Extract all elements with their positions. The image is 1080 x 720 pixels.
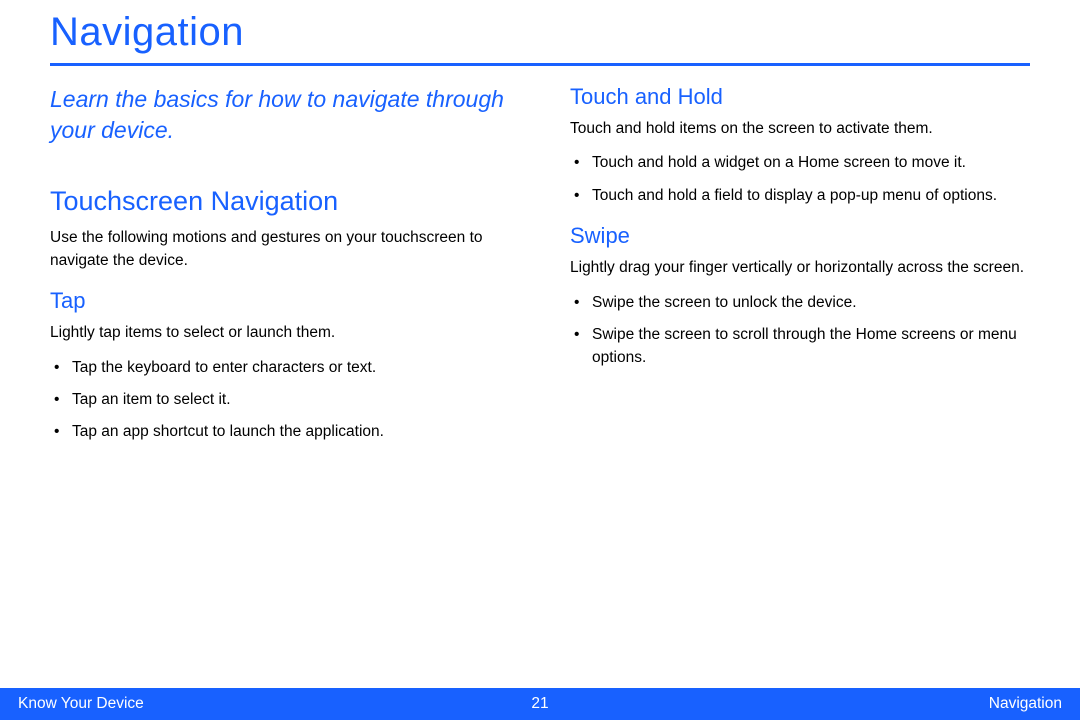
tap-intro: Lightly tap items to select or launch th… [50,322,510,344]
footer-bar: Know Your Device 21 Navigation [0,688,1080,720]
list-item: Touch and hold a widget on a Home screen… [574,152,1030,174]
touch-hold-intro: Touch and hold items on the screen to ac… [570,118,1030,140]
touch-hold-bullets: Touch and hold a widget on a Home screen… [570,152,1030,207]
list-item: Tap an app shortcut to launch the applic… [54,421,510,443]
content-columns: Learn the basics for how to navigate thr… [50,84,1030,454]
manual-page: Navigation Learn the basics for how to n… [0,0,1080,720]
footer-right: Navigation [989,695,1062,713]
subheading-swipe: Swipe [570,223,1030,249]
list-item: Tap an item to select it. [54,389,510,411]
section-heading-touchscreen: Touchscreen Navigation [50,186,510,217]
footer-page-number: 21 [531,695,548,713]
list-item: Touch and hold a field to display a pop-… [574,185,1030,207]
subheading-touch-hold: Touch and Hold [570,84,1030,110]
tap-bullets: Tap the keyboard to enter characters or … [50,357,510,444]
left-column: Learn the basics for how to navigate thr… [50,84,510,454]
list-item: Tap the keyboard to enter characters or … [54,357,510,379]
list-item: Swipe the screen to scroll through the H… [574,324,1030,369]
footer-left: Know Your Device [18,695,144,713]
list-item: Swipe the screen to unlock the device. [574,292,1030,314]
page-title: Navigation [50,10,1030,66]
section-intro-touchscreen: Use the following motions and gestures o… [50,227,510,272]
swipe-bullets: Swipe the screen to unlock the device. S… [570,292,1030,369]
subheading-tap: Tap [50,288,510,314]
intro-text: Learn the basics for how to navigate thr… [50,84,510,146]
right-column: Touch and Hold Touch and hold items on t… [570,84,1030,454]
swipe-intro: Lightly drag your finger vertically or h… [570,257,1030,279]
